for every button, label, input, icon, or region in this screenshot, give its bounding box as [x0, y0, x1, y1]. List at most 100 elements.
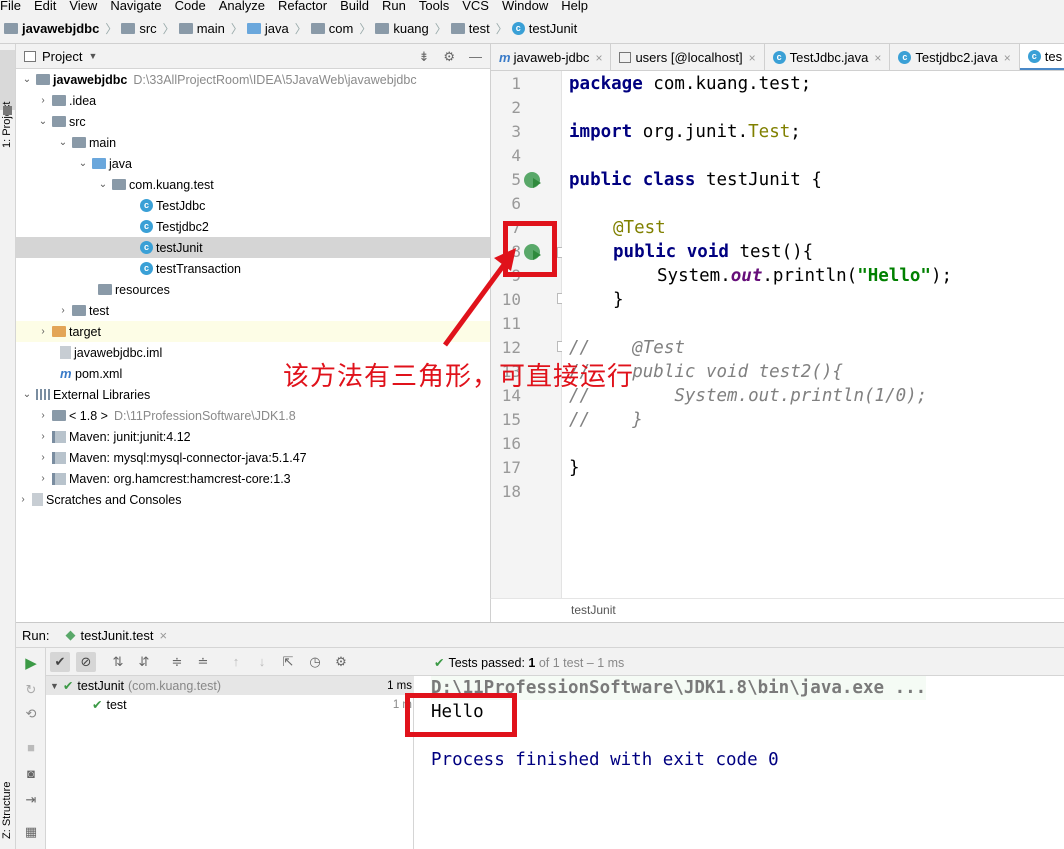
layout-icon[interactable]: ▦: [21, 822, 41, 842]
editor-breadcrumb-item[interactable]: testJunit: [571, 603, 616, 617]
breadcrumb-test[interactable]: test 〉: [450, 20, 508, 37]
next-icon[interactable]: ↓: [252, 652, 272, 672]
rerun-icon[interactable]: ▶: [21, 654, 41, 674]
expand-all-icon[interactable]: ≑: [167, 652, 187, 672]
rerun-failed-icon[interactable]: ↻: [21, 680, 41, 700]
tree-item-jdk[interactable]: › < 1.8 > D:\11ProfessionSoftware\JDK1.8: [16, 405, 490, 426]
breadcrumb-project[interactable]: javawebjdbc 〉: [4, 20, 117, 37]
menu-tools[interactable]: Tools: [419, 0, 449, 14]
project-panel-title[interactable]: Project: [42, 49, 82, 64]
tree-item-main[interactable]: ⌄ main: [16, 132, 490, 153]
test-row-method[interactable]: ✔ test 1 m: [46, 695, 414, 714]
breadcrumb-testjunit[interactable]: c testJunit: [511, 21, 577, 36]
close-icon[interactable]: ×: [749, 51, 756, 65]
chevron-right-icon[interactable]: ›: [36, 431, 50, 442]
tree-item-mysql[interactable]: › Maven: mysql:mysql-connector-java:5.1.4…: [16, 447, 490, 468]
tree-item-project[interactable]: ⌄ javawebjdbc D:\33AllProjectRoom\IDEA\5Ja…: [16, 69, 490, 90]
test-row-class[interactable]: ▼ ✔ testJunit (com.kuang.test) 1 ms: [46, 676, 414, 695]
tree-item-test[interactable]: › test: [16, 300, 490, 321]
history-icon[interactable]: ◷: [305, 652, 325, 672]
menu-navigate[interactable]: Navigate: [110, 0, 161, 14]
menu-file[interactable]: File: [0, 0, 21, 14]
breadcrumb-java[interactable]: java 〉: [246, 20, 307, 37]
breadcrumb-kuang[interactable]: kuang 〉: [375, 20, 447, 37]
tab-javaweb-jdbc[interactable]: m javaweb-jdbc ×: [491, 44, 612, 70]
menu-edit[interactable]: Edit: [34, 0, 56, 14]
show-ignored-icon[interactable]: ⊘: [76, 652, 96, 672]
previous-icon[interactable]: ↑: [226, 652, 246, 672]
tree-item-label: com.kuang.test: [129, 177, 214, 192]
tree-item-testjunit[interactable]: c testJunit: [16, 237, 490, 258]
sort-duration-icon[interactable]: ⇵: [134, 652, 154, 672]
menu-analyze[interactable]: Analyze: [219, 0, 265, 14]
gear-icon[interactable]: ⚙: [331, 652, 351, 672]
line-number: 11: [501, 314, 521, 333]
breadcrumb-main[interactable]: main 〉: [178, 20, 243, 37]
chevron-down-icon[interactable]: ⌄: [76, 158, 90, 169]
show-passed-icon[interactable]: ✔: [50, 652, 70, 672]
menu-run[interactable]: Run: [382, 0, 406, 14]
tree-item-target[interactable]: › target: [16, 321, 490, 342]
run-class-icon[interactable]: [524, 172, 541, 188]
chevron-down-icon[interactable]: ⌄: [96, 179, 110, 190]
chevron-right-icon[interactable]: ›: [36, 473, 50, 484]
tab-testjdbc[interactable]: c TestJdbc.java ×: [765, 44, 891, 70]
close-icon[interactable]: ×: [159, 628, 167, 643]
hide-icon[interactable]: —: [469, 49, 482, 65]
tab-label: TestJdbc.java: [789, 50, 869, 65]
tree-item-label: javawebjdbc: [53, 72, 128, 87]
chevron-right-icon[interactable]: ›: [56, 305, 70, 316]
gear-icon[interactable]: ⚙: [443, 49, 455, 65]
close-icon[interactable]: ×: [874, 51, 881, 65]
collapse-all-icon[interactable]: ⇟: [418, 49, 429, 65]
chevron-down-icon[interactable]: ⌄: [56, 137, 70, 148]
code-editor[interactable]: package com.kuang.test; import org.junit…: [562, 71, 1064, 598]
tree-item-scratches[interactable]: › Scratches and Consoles: [16, 489, 490, 510]
chevron-right-icon[interactable]: ›: [36, 326, 50, 337]
chevron-right-icon[interactable]: ›: [36, 452, 50, 463]
tab-testjunit[interactable]: c tes: [1019, 44, 1064, 70]
tree-item-testjdbc2[interactable]: c Testjdbc2: [16, 216, 490, 237]
chevron-right-icon[interactable]: ›: [36, 95, 50, 106]
tree-item-src[interactable]: ⌄ src: [16, 111, 490, 132]
tree-item-resources[interactable]: resources: [16, 279, 490, 300]
menu-view[interactable]: View: [69, 0, 97, 14]
menu-window[interactable]: Window: [502, 0, 548, 14]
toggle-auto-test-icon[interactable]: ⟲: [21, 704, 41, 724]
exit-icon[interactable]: ⇥: [21, 790, 41, 810]
menu-build[interactable]: Build: [340, 0, 369, 14]
close-icon[interactable]: ×: [1004, 51, 1011, 65]
menu-help[interactable]: Help: [561, 0, 588, 14]
chevron-right-icon[interactable]: ›: [36, 410, 50, 421]
chevron-right-icon[interactable]: ›: [16, 494, 30, 505]
run-tab-testjunit[interactable]: ◆ testJunit.test ×: [65, 627, 167, 643]
export-icon[interactable]: ⇱: [278, 652, 298, 672]
collapse-all-icon[interactable]: ≐: [193, 652, 213, 672]
menu-code[interactable]: Code: [175, 0, 206, 14]
sort-alpha-icon[interactable]: ⇅: [108, 652, 128, 672]
chevron-down-icon[interactable]: ▼: [50, 681, 59, 691]
tree-item-idea[interactable]: › .idea: [16, 90, 490, 111]
menu-vcs[interactable]: VCS: [462, 0, 489, 14]
tree-item-hamcrest[interactable]: › Maven: org.hamcrest:hamcrest-core:1.3: [16, 468, 490, 489]
menu-refactor[interactable]: Refactor: [278, 0, 327, 14]
tree-item-junit[interactable]: › Maven: junit:junit:4.12: [16, 426, 490, 447]
stop-icon[interactable]: ■: [21, 738, 41, 758]
tree-item-package[interactable]: ⌄ com.kuang.test: [16, 174, 490, 195]
tree-item-testtransaction[interactable]: c testTransaction: [16, 258, 490, 279]
chevron-down-icon[interactable]: ⌄: [20, 74, 34, 85]
structure-tool-label[interactable]: Z: Structure: [1, 782, 13, 839]
chevron-down-icon[interactable]: ▼: [88, 51, 97, 61]
tree-item-java[interactable]: ⌄ java: [16, 153, 490, 174]
camera-icon[interactable]: ◙: [21, 764, 41, 784]
tab-testjdbc2[interactable]: c Testjdbc2.java ×: [890, 44, 1020, 70]
close-icon[interactable]: ×: [595, 51, 602, 65]
annotation-text: 该方法有三角形，可直接运行: [283, 362, 635, 392]
breadcrumb-src[interactable]: src 〉: [121, 20, 175, 37]
breadcrumb-com[interactable]: com 〉: [310, 20, 371, 37]
chevron-down-icon[interactable]: ⌄: [20, 389, 34, 400]
tree-item-testjdbc[interactable]: c TestJdbc: [16, 195, 490, 216]
line-number: 2: [511, 98, 521, 117]
chevron-down-icon[interactable]: ⌄: [36, 116, 50, 127]
tab-users[interactable]: users [@localhost] ×: [611, 44, 765, 70]
